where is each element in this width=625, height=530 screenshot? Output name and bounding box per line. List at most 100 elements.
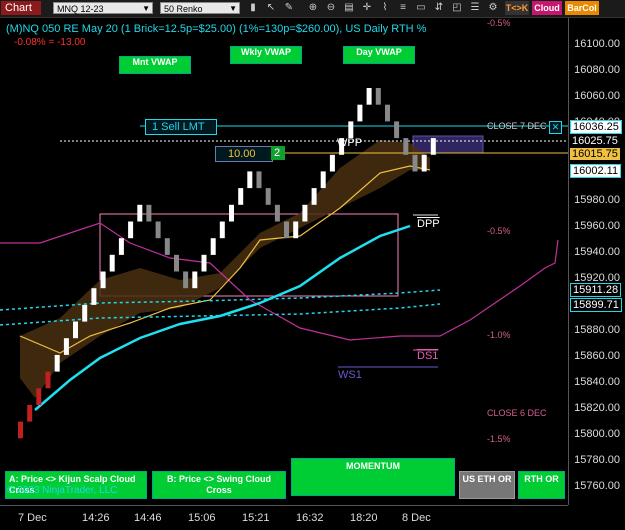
pointer-icon[interactable]: ↖ (264, 2, 278, 14)
strategies-icon[interactable]: ≡ (396, 2, 410, 14)
chevron-down-icon: ▼ (142, 4, 150, 13)
price-label: 15840.00 (574, 376, 620, 388)
renko-brick (183, 271, 189, 289)
renko-brick (63, 338, 69, 355)
renko-brick (91, 288, 97, 305)
renko-brick (284, 221, 289, 239)
renko-brick (229, 204, 234, 222)
renko-brick (73, 321, 78, 339)
us-eth-or-button[interactable]: US ETH OR (459, 471, 515, 499)
renko-brick (210, 238, 216, 255)
renko-brick (412, 154, 418, 172)
monthly-vwap-button[interactable]: Mnt VWAP (119, 56, 191, 74)
interval-value: 50 Renko (164, 4, 203, 14)
renko-brick (137, 204, 143, 222)
sell-limit-order-label[interactable]: 1 Sell LMT (145, 119, 217, 135)
bar-type-icon[interactable]: ▮ (246, 2, 260, 14)
price-label: 15820.00 (574, 402, 620, 414)
renko-brick (430, 138, 436, 155)
time-axis[interactable]: 7 Dec 14:26 14:46 15:06 15:21 16:32 18:2… (0, 505, 568, 530)
renko-brick (375, 88, 381, 105)
renko-brick (238, 188, 244, 205)
template-icon[interactable]: ◰ (450, 2, 464, 14)
hotlist-icon[interactable]: ☰ (468, 2, 482, 14)
tk-toggle-button[interactable]: T<>K (505, 1, 529, 15)
daily-vwap-button[interactable]: Day VWAP (343, 46, 415, 64)
renko-brick (311, 188, 317, 205)
interval-selector[interactable]: 50 Renko ▼ (160, 2, 240, 14)
time-label: 18:20 (350, 512, 378, 524)
instrument-value: MNQ 12-23 (57, 4, 104, 14)
crosshair-icon[interactable]: ✛ (360, 2, 374, 14)
trend-price-tag: 16002.11 (570, 164, 622, 178)
renko-brick (164, 238, 170, 255)
cloud-toggle-button[interactable]: Cloud (532, 1, 562, 15)
chart-title: (M)NQ 050 RE May 20 (1 Brick=12.5p=$25.0… (6, 23, 427, 35)
pct-level-m05: -0.5% (487, 226, 511, 236)
barcol-toggle-button[interactable]: BarCol (565, 1, 599, 15)
pct-level-m15: -1.5% (487, 434, 511, 444)
price-label: 15760.00 (574, 480, 620, 492)
ws1-label: WS1 (338, 369, 362, 381)
momentum-button[interactable]: MOMENTUM (291, 458, 455, 496)
position-qty-text: 2 (274, 147, 281, 159)
rth-or-button[interactable]: RTH OR (518, 471, 565, 499)
sell-limit-text: 1 Sell LMT (152, 121, 205, 133)
weekly-vwap-button[interactable]: Wkly VWAP (230, 46, 302, 64)
chart-menu-button[interactable]: Chart (1, 1, 41, 15)
session-change: -0.08% = -13.00 (14, 37, 86, 48)
renko-brick (118, 238, 124, 255)
renko-brick (265, 188, 271, 205)
sell-limit-price-tag: 16036.25 (570, 120, 622, 134)
price-label: 16100.00 (574, 38, 620, 50)
time-label: 15:21 (242, 512, 270, 524)
renko-brick (109, 254, 115, 272)
renko-brick (54, 354, 60, 372)
price-label: 15800.00 (574, 428, 620, 440)
renko-brick (302, 204, 308, 222)
zoom-out-icon[interactable]: ⊖ (324, 2, 338, 14)
renko-brick (320, 171, 326, 189)
renko-brick (247, 171, 253, 189)
renko-brick (219, 221, 225, 239)
price-axis[interactable]: 16100.00 16080.00 16060.00 16040.00 1598… (568, 18, 625, 505)
renko-brick (385, 104, 390, 122)
drawing-tool-icon[interactable]: ✎ (282, 2, 296, 14)
price-label: 15880.00 (574, 324, 620, 336)
position-qty-box[interactable]: 2 (271, 146, 285, 160)
renko-brick (348, 121, 354, 139)
close-6-dec-label: CLOSE 6 DEC (487, 408, 547, 418)
copyright-text: © 2023 NinjaTrader, LLC (7, 485, 118, 496)
zoom-in-icon[interactable]: ⊕ (306, 2, 320, 14)
renko-brick (45, 371, 51, 389)
renko-brick (274, 204, 280, 222)
position-price-box[interactable]: 10.00 (215, 146, 273, 162)
chevron-down-icon: ▼ (229, 4, 237, 13)
cancel-order-icon[interactable]: ✕ (549, 121, 562, 134)
renko-brick (192, 271, 198, 289)
order-zone-box (412, 135, 484, 154)
price-label: 15980.00 (574, 194, 620, 206)
last-price-tag: 16025.75 (570, 135, 620, 147)
chart-trader-icon[interactable]: ⇵ (432, 2, 446, 14)
price-label: 15960.00 (574, 220, 620, 232)
ichimoku-cloud (20, 140, 430, 398)
properties-icon[interactable]: ▤ (342, 2, 356, 14)
renko-brick (366, 88, 372, 105)
settings-icon[interactable]: ⚙ (486, 2, 500, 14)
data-box-icon[interactable]: ▭ (414, 2, 428, 14)
price-chart (0, 88, 568, 439)
renko-brick (403, 138, 409, 155)
renko-brick (329, 154, 335, 172)
price-swing-cross-button[interactable]: B: Price <> Swing Cloud Cross (152, 471, 286, 499)
instrument-selector[interactable]: MNQ 12-23 ▼ (53, 2, 153, 14)
renko-brick (155, 221, 161, 239)
renko-brick (394, 121, 400, 139)
pct-level-top: -0.5% (487, 18, 511, 28)
pct-level-m10: -1.0% (487, 330, 511, 340)
time-label: 15:06 (188, 512, 216, 524)
renko-brick (201, 254, 207, 272)
chart-panel[interactable]: (M)NQ 050 RE May 20 (1 Brick=12.5p=$25.0… (0, 18, 568, 505)
indicators-icon[interactable]: ⌇ (378, 2, 392, 14)
renko-brick (256, 171, 262, 189)
